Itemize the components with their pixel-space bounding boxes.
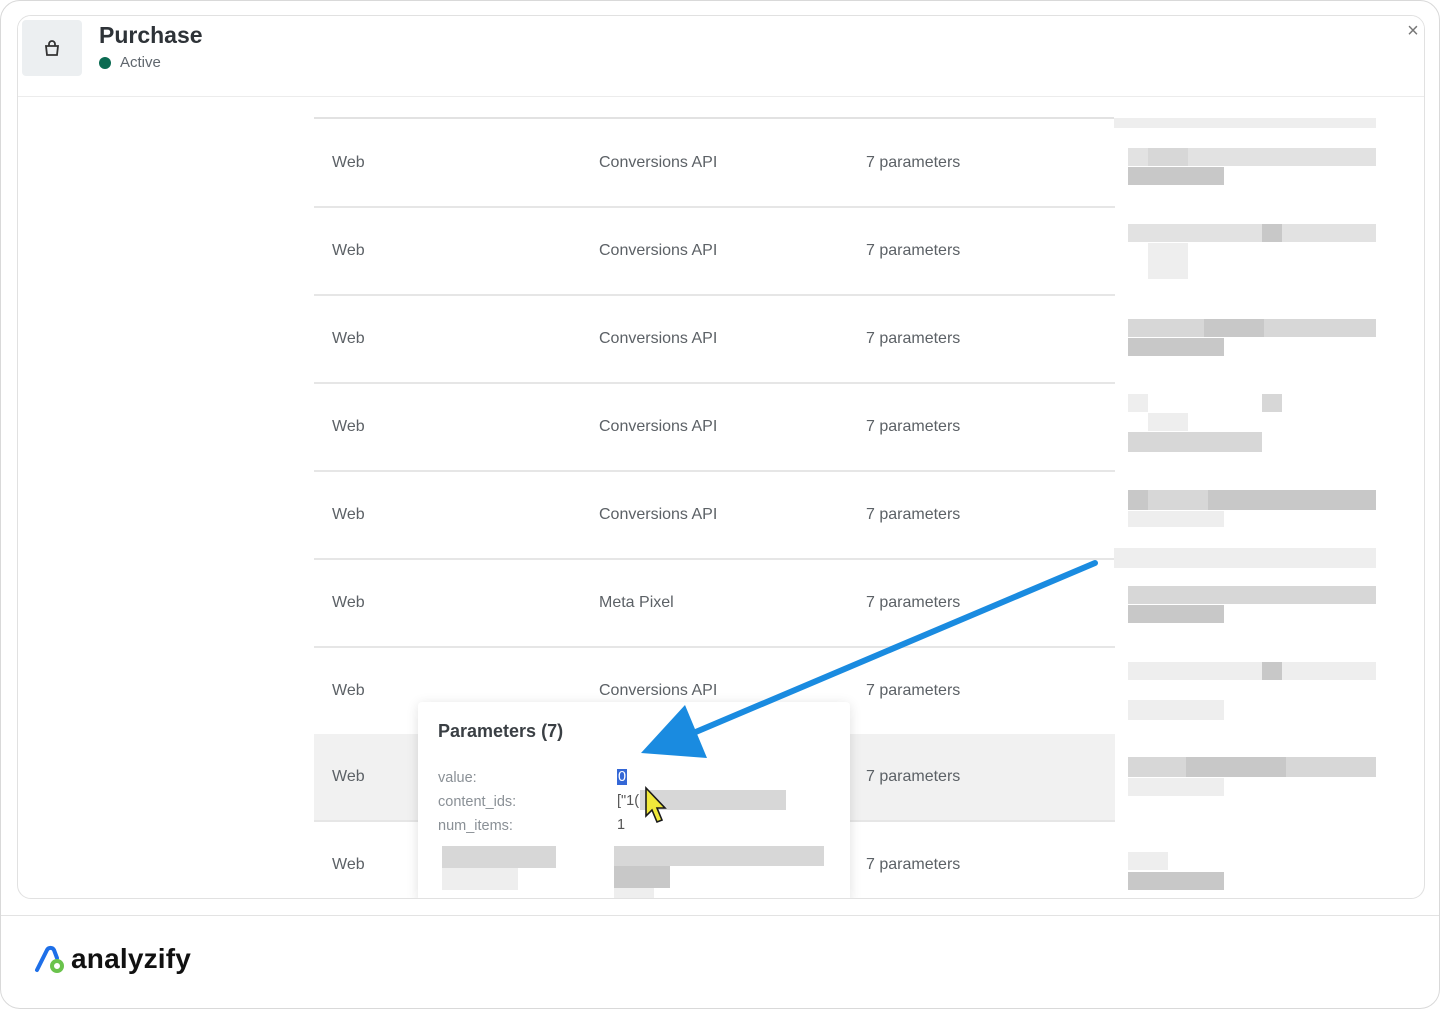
- redacted-key: [442, 846, 556, 868]
- status-dot-icon: [99, 56, 111, 69]
- parameters-cell[interactable]: 7 parameters: [866, 856, 960, 874]
- source-cell: Web: [332, 856, 365, 873]
- source-cell: Web: [332, 330, 365, 347]
- shopping-bag-icon: [22, 20, 82, 76]
- status-indicator: Active: [99, 54, 161, 71]
- parameters-cell[interactable]: 7 parameters: [866, 768, 960, 786]
- event-title: Purchase: [99, 22, 203, 48]
- parameters-cell[interactable]: 7 parameters: [866, 594, 960, 612]
- table-row[interactable]: Web Conversions API 7 parameters: [314, 472, 1115, 560]
- method-cell: Conversions API: [599, 682, 718, 699]
- redacted-value: [614, 888, 654, 898]
- parameters-cell[interactable]: 7 parameters: [866, 682, 960, 700]
- method-cell: Meta Pixel: [599, 594, 674, 611]
- param-value[interactable]: 0: [617, 769, 628, 785]
- redacted-key: [442, 868, 518, 890]
- screenshot-frame: Purchase Active × Web Conversions API 7 …: [0, 0, 1440, 1009]
- popover-title: Parameters (7): [438, 721, 564, 741]
- event-details-panel: Purchase Active × Web Conversions API 7 …: [17, 15, 1425, 899]
- parameters-popover: Parameters (7) value: 0 content_ids: ["1…: [418, 702, 850, 898]
- param-key: content_ids:: [438, 794, 517, 810]
- close-icon[interactable]: ×: [1402, 20, 1424, 43]
- source-cell: Web: [332, 506, 365, 523]
- table-divider: [314, 117, 1114, 119]
- table-row[interactable]: Web Meta Pixel 7 parameters: [314, 560, 1115, 648]
- source-cell: Web: [332, 768, 365, 785]
- parameters-cell[interactable]: 7 parameters: [866, 330, 960, 348]
- redacted-value: [640, 790, 786, 810]
- source-cell: Web: [332, 682, 365, 699]
- analyzify-logo-icon: [35, 945, 64, 973]
- brand-name: analyzify: [71, 943, 192, 974]
- status-label: Active: [120, 54, 161, 71]
- param-value[interactable]: 1: [617, 817, 625, 833]
- parameters-cell[interactable]: 7 parameters: [866, 506, 960, 524]
- method-cell: Conversions API: [599, 418, 718, 435]
- source-cell: Web: [332, 594, 365, 611]
- parameters-cell[interactable]: 7 parameters: [866, 242, 960, 260]
- brand-logo: analyzify: [33, 943, 191, 975]
- table-row[interactable]: Web Conversions API 7 parameters: [314, 384, 1115, 472]
- method-cell: Conversions API: [599, 330, 718, 347]
- parameters-cell[interactable]: 7 parameters: [866, 418, 960, 436]
- param-value[interactable]: ["1(: [617, 793, 639, 809]
- param-key: num_items:: [438, 818, 513, 834]
- event-header: Purchase Active ×: [18, 16, 1424, 97]
- footer-divider: [1, 915, 1439, 916]
- method-cell: Conversions API: [599, 506, 718, 523]
- method-cell: Conversions API: [599, 154, 718, 171]
- table-row[interactable]: Web Conversions API 7 parameters: [314, 120, 1115, 208]
- source-cell: Web: [332, 154, 365, 171]
- table-row[interactable]: Web Conversions API 7 parameters: [314, 296, 1115, 384]
- parameters-cell[interactable]: 7 parameters: [866, 154, 960, 172]
- source-cell: Web: [332, 418, 365, 435]
- redacted-value: [614, 846, 824, 866]
- method-cell: Conversions API: [599, 242, 718, 259]
- redacted-value: [614, 866, 670, 888]
- param-key: value:: [438, 770, 477, 786]
- source-cell: Web: [332, 242, 365, 259]
- table-row[interactable]: Web Conversions API 7 parameters: [314, 208, 1115, 296]
